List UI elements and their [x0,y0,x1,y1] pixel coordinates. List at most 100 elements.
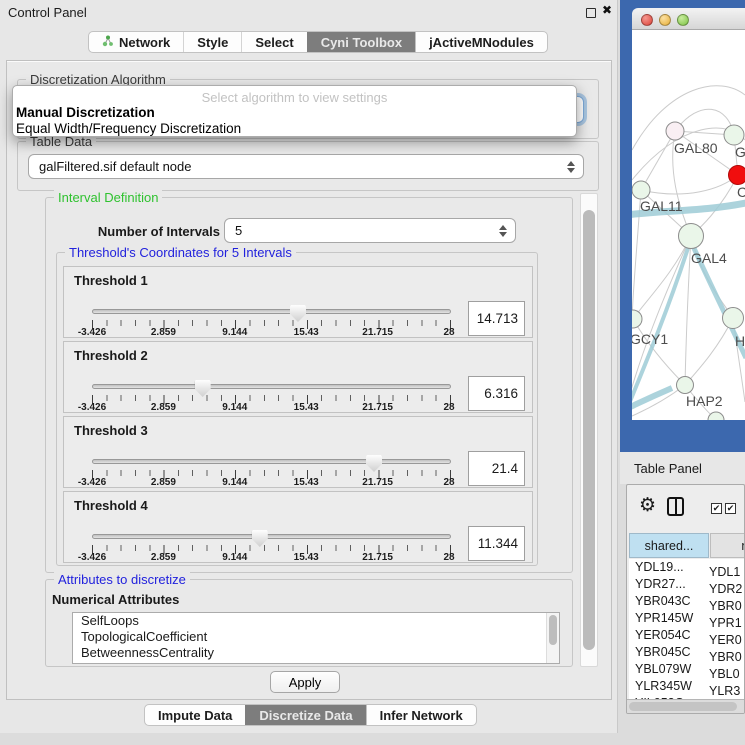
tab-label: Discretize Data [259,708,352,723]
panel-scrollbar[interactable] [580,193,598,667]
tab-jactivemnodules[interactable]: jActiveMNodules [415,32,547,52]
slider-tick-labels: -3.426 2.859 9.144 15.43 21.715 28 [92,402,449,413]
slider-tick-labels: -3.426 2.859 9.144 15.43 21.715 28 [92,477,449,488]
slider-track[interactable] [92,459,451,464]
scrollbar-thumb[interactable] [549,615,557,645]
tab-label: Impute Data [158,708,232,723]
tab-impute-data[interactable]: Impute Data [145,705,245,725]
columns-icon[interactable] [667,497,684,516]
attributes-group: Attributes to discretize Numerical Attri… [45,579,573,667]
slider-track[interactable] [92,309,451,314]
table-row[interactable]: YDL19...YDL1 [629,559,745,576]
list-item[interactable]: TopologicalCoefficient [73,629,559,645]
table-data-combobox[interactable]: galFiltered.sif default node [28,154,584,179]
node [724,125,744,145]
checkbox-icon[interactable]: ✔ [725,503,736,514]
gear-icon[interactable]: ⚙ [639,494,656,517]
table-row[interactable]: YLR345WYLR3 [629,678,745,695]
list-item[interactable]: BetweennessCentrality [73,645,559,661]
threshold-value-field[interactable]: 21.4 [468,451,525,486]
mac-close-icon[interactable] [641,14,653,26]
popup-option-equal-width-frequency[interactable]: Equal Width/Frequency Discretization [16,121,241,136]
horizontal-scrollbar[interactable] [627,699,745,713]
node [666,122,684,140]
slider-tick-labels: -3.426 2.859 9.144 15.43 21.715 28 [92,327,449,338]
thresholds-group-title: Threshold's Coordinates for 5 Intervals [65,245,296,260]
network-nodes [632,122,745,420]
popup-hint: Select algorithm to view settings [13,90,576,105]
column-header-shared-name[interactable]: shared... [629,533,709,558]
node-label: H [735,333,745,349]
network-window-titlebar[interactable] [632,8,745,30]
tab-label: jActiveMNodules [429,35,534,50]
number-of-intervals-spinner[interactable]: 5 [224,218,516,243]
node [723,308,744,329]
node-label: GAL4 [691,250,727,266]
interval-group-title: Interval Definition [54,190,162,205]
tab-label: Infer Network [380,708,463,723]
table-row[interactable]: YBR043CYBR0 [629,593,745,610]
threshold-value-field[interactable]: 11.344 [468,526,525,561]
table-row[interactable]: YER054CYER0 [629,627,745,644]
tab-network[interactable]: Network [89,32,183,52]
threshold-label: Threshold 4 [74,498,148,513]
slider-track[interactable] [92,384,451,389]
table-row[interactable]: YPR145WYPR1 [629,610,745,627]
tab-select[interactable]: Select [241,32,306,52]
node [679,224,704,249]
node [632,181,650,199]
apply-button[interactable]: Apply [270,671,340,693]
thresholds-group: Threshold's Coordinates for 5 Intervals … [56,252,538,566]
interval-definition-group: Interval Definition Number of Intervals … [45,197,573,573]
list-scrollbar[interactable] [546,613,559,663]
mac-minimize-icon[interactable] [659,14,671,26]
slider-track[interactable] [92,534,451,539]
spinner-stepper-icon[interactable] [499,219,507,242]
slider-tick-labels: -3.426 2.859 9.144 15.43 21.715 28 [92,552,449,563]
tab-infer-network[interactable]: Infer Network [366,705,476,725]
combo-stepper-icon[interactable] [567,155,575,178]
float-window-icon[interactable] [586,8,596,18]
panel-title: Control Panel [8,5,87,20]
node-label: GCY1 [632,331,668,347]
scrollbar-thumb[interactable] [583,210,595,650]
tab-label: Style [197,35,228,50]
table-panel: ⚙ ✔ ✔ shared... n... YDL19...YDL1 YDR27.… [626,484,745,714]
table-row[interactable]: YBL079WYBL0 [629,661,745,678]
network-canvas[interactable]: GAL80 GA C GAL11 GAL4 GCY1 H HAP2 [632,30,745,420]
intervals-value: 5 [235,223,242,238]
tab-label: Cyni Toolbox [321,35,402,50]
attributes-group-title: Attributes to discretize [54,572,190,587]
threshold-4-panel: Threshold 4 -3.426 2.859 9.144 15.43 21.… [63,491,533,563]
threshold-value-field[interactable]: 14.713 [468,301,525,336]
checkbox-icon[interactable]: ✔ [711,503,722,514]
attributes-listbox[interactable]: SelfLoops TopologicalCoefficient Between… [72,612,560,664]
node [677,377,694,394]
tab-label: Network [119,35,170,50]
close-icon[interactable]: ✖ [602,3,612,17]
node-label: GAL80 [674,140,718,156]
table-panel-titlebar: Table Panel [620,452,745,484]
table-row[interactable]: YDR27...YDR2 [629,576,745,593]
network-icon [102,35,114,50]
tab-discretize-data[interactable]: Discretize Data [245,705,365,725]
node-selected-red [729,166,745,185]
popup-option-manual-discretization[interactable]: Manual Discretization [16,105,155,120]
threshold-label: Threshold 2 [74,348,148,363]
node [708,412,724,420]
cyni-toolbox-panel: Discretization Algorithm Table Data galF… [6,60,612,700]
list-item[interactable]: SelfLoops [73,613,559,629]
tab-cyni-toolbox[interactable]: Cyni Toolbox [307,32,415,52]
threshold-3-panel: Threshold 3 -3.426 2.859 9.144 15.43 21.… [63,416,533,488]
tab-style[interactable]: Style [183,32,241,52]
threshold-label: Threshold 3 [74,423,148,438]
threshold-value-field[interactable]: 6.316 [468,376,525,411]
algorithm-dropdown-popup: Select algorithm to view settings Manual… [12,85,577,137]
threshold-label: Threshold 1 [74,273,148,288]
bottom-tab-bar: Impute Data Discretize Data Infer Networ… [144,704,477,726]
scrollbar-thumb[interactable] [629,702,737,711]
mac-zoom-icon[interactable] [677,14,689,26]
column-header-name[interactable]: n... [710,533,745,558]
table-row[interactable]: YBR045CYBR0 [629,644,745,661]
table-data-group: Table Data galFiltered.sif default node [17,141,599,191]
